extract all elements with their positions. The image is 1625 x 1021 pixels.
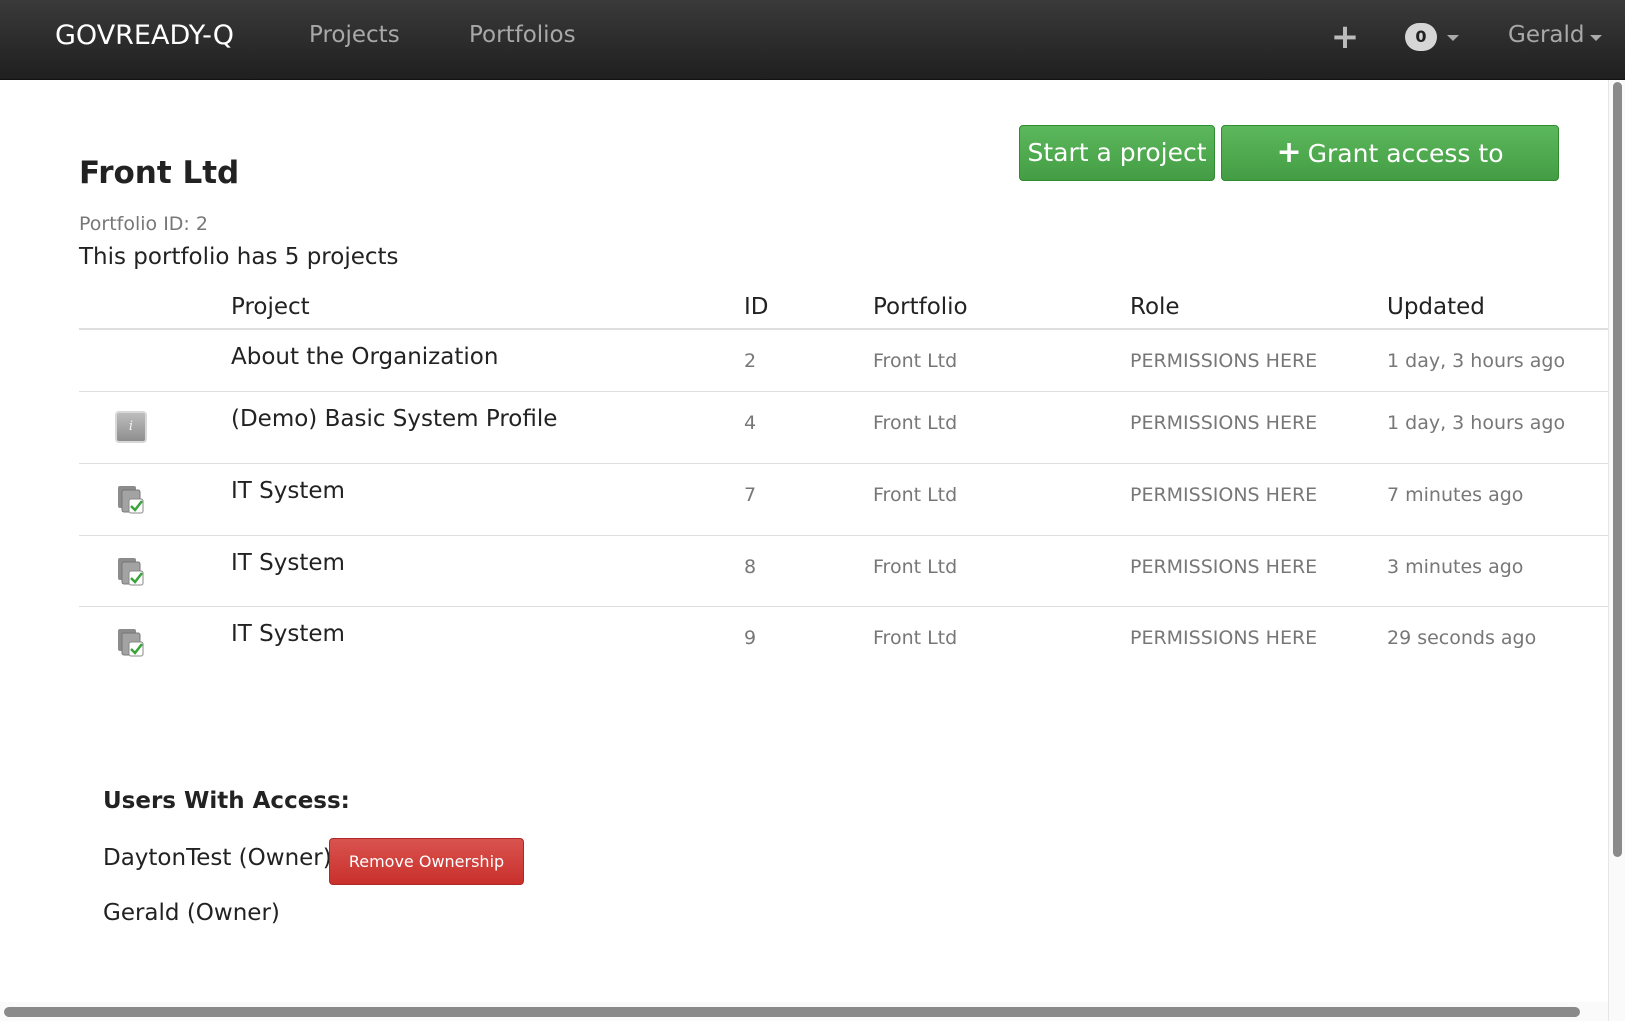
users-with-access-heading: Users With Access: [103,788,350,814]
project-updated: 1 day, 3 hours ago [1387,350,1566,372]
project-role: PERMISSIONS HERE [1130,484,1318,506]
page-title: Front Ltd [79,155,240,191]
project-portfolio: Front Ltd [873,627,958,649]
project-portfolio: Front Ltd [873,484,958,506]
table-header: Project ID Portfolio Role Updated [79,290,1619,330]
table-row[interactable]: About the Organization 2 Front Ltd PERMI… [79,330,1619,392]
project-role: PERMISSIONS HERE [1130,627,1318,649]
table-row[interactable]: i (Demo) Basic System Profile 4 Front Lt… [79,392,1619,464]
project-id: 9 [744,627,757,649]
grant-access-button[interactable]: + Grant access to member [1221,125,1559,222]
project-id: 2 [744,350,757,372]
project-id: 4 [744,412,757,434]
chevron-down-icon[interactable] [1590,35,1602,41]
chevron-down-icon[interactable] [1447,35,1459,41]
document-check-icon [118,558,144,586]
project-name-link[interactable]: (Demo) Basic System Profile [231,406,557,432]
project-name-link[interactable]: IT System [231,621,345,647]
grant-access-label: Grant access to member [1307,139,1504,222]
nav-link-portfolios[interactable]: Portfolios [469,22,576,48]
header-id: ID [744,294,769,320]
table-row[interactable]: IT System 7 Front Ltd PERMISSIONS HERE 7… [79,464,1619,536]
project-updated: 3 minutes ago [1387,556,1524,578]
project-name-link[interactable]: About the Organization [231,344,498,370]
project-updated: 1 day, 3 hours ago [1387,412,1566,434]
header-updated: Updated [1387,294,1485,320]
user-entry: DaytonTest (Owner) [103,845,332,871]
info-icon: i [115,411,147,443]
table-row[interactable]: IT System 9 Front Ltd PERMISSIONS HERE 2… [79,607,1619,679]
project-role: PERMISSIONS HERE [1130,412,1318,434]
header-project: Project [231,294,310,320]
project-role: PERMISSIONS HERE [1130,350,1318,372]
project-portfolio: Front Ltd [873,350,958,372]
table-row[interactable]: IT System 8 Front Ltd PERMISSIONS HERE 3… [79,536,1619,607]
user-entry: Gerald (Owner) [103,900,280,926]
project-updated: 29 seconds ago [1387,627,1537,649]
add-icon[interactable]: + [1330,18,1360,58]
portfolio-id: Portfolio ID: 2 [79,213,208,235]
header-portfolio: Portfolio [873,294,968,320]
vertical-scrollbar[interactable] [1608,80,1625,1021]
top-navbar: GOVREADY-Q Projects Portfolios + 0 Geral… [0,0,1625,80]
project-portfolio: Front Ltd [873,412,958,434]
notification-badge[interactable]: 0 [1405,23,1437,51]
project-name-link[interactable]: IT System [231,550,345,576]
brand-logo[interactable]: GOVREADY-Q [55,20,234,51]
project-id: 7 [744,484,757,506]
project-id: 8 [744,556,757,578]
project-portfolio: Front Ltd [873,556,958,578]
project-name-link[interactable]: IT System [231,478,345,504]
remove-ownership-button[interactable]: Remove Ownership [329,838,524,885]
project-updated: 7 minutes ago [1387,484,1524,506]
nav-link-projects[interactable]: Projects [309,22,400,48]
project-role: PERMISSIONS HERE [1130,556,1318,578]
horizontal-scrollbar-thumb[interactable] [4,1007,1580,1017]
user-menu[interactable]: Gerald [1508,22,1585,48]
horizontal-scrollbar[interactable] [0,1002,1608,1021]
projects-table: Project ID Portfolio Role Updated About … [79,290,1619,679]
header-role: Role [1130,294,1180,320]
document-check-icon [118,486,144,514]
document-check-icon [118,629,144,657]
project-count: This portfolio has 5 projects [79,244,399,270]
start-project-button[interactable]: Start a project [1019,125,1215,181]
vertical-scrollbar-thumb[interactable] [1613,82,1622,857]
plus-icon: + [1276,135,1302,170]
